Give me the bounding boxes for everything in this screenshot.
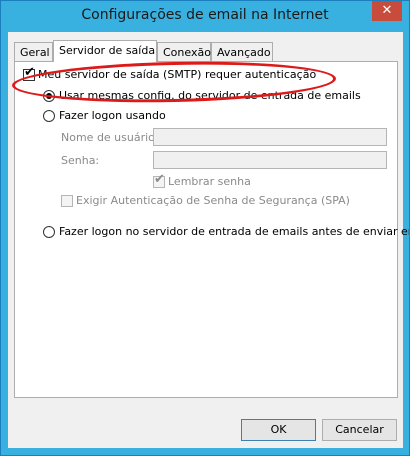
ok-button[interactable]: OK [241, 419, 316, 441]
cancel-button[interactable]: Cancelar [322, 419, 397, 441]
use-same-label: Usar mesmas config. do servidor de entra… [59, 89, 361, 102]
tab-geral[interactable]: Geral [14, 42, 53, 61]
tab-conexao[interactable]: Conexão [157, 42, 211, 61]
username-field[interactable] [153, 128, 387, 146]
close-icon: ✕ [381, 3, 393, 18]
username-label: Nome de usuário: [61, 131, 159, 144]
password-field[interactable] [153, 151, 387, 169]
dialog-client: Geral Servidor de saída Conexão Avançado… [8, 32, 409, 448]
requires-auth-label: Meu servidor de saída (SMTP) requer aute… [38, 68, 317, 81]
requires-auth-checkbox[interactable]: ✔ [23, 65, 35, 81]
tab-servidor-de-saida[interactable]: Servidor de saída [53, 40, 157, 62]
use-same-radio[interactable] [43, 90, 55, 102]
tab-panel: ✔ Meu servidor de saída (SMTP) requer aut… [14, 61, 409, 398]
use-same-row[interactable]: Usar mesmas config. do servidor de entra… [43, 89, 361, 102]
checkmark-icon: ✔ [154, 172, 165, 187]
remember-password-label: Lembrar senha [168, 175, 251, 188]
logon-using-radio[interactable] [43, 110, 55, 122]
logon-incoming-first-row[interactable]: Fazer logon no servidor de entrada de em… [43, 225, 410, 238]
requires-auth-row[interactable]: ✔ Meu servidor de saída (SMTP) requer aut… [23, 65, 317, 81]
logon-incoming-first-radio[interactable] [43, 226, 55, 238]
tab-avancado[interactable]: Avançado [211, 42, 273, 61]
title-bar[interactable]: Configurações de email na Internet ✕ [1, 1, 409, 33]
logon-incoming-first-label: Fazer logon no servidor de entrada de em… [59, 225, 410, 238]
dialog-window: Configurações de email na Internet ✕ Ger… [0, 0, 410, 456]
password-label: Senha: [61, 154, 100, 167]
spa-label: Exigir Autenticação de Senha de Seguranç… [76, 194, 350, 207]
checkmark-icon: ✔ [24, 65, 35, 80]
window-title: Configurações de email na Internet [81, 7, 329, 23]
close-button[interactable]: ✕ [372, 1, 402, 21]
remember-password-checkbox[interactable]: ✔ [153, 172, 165, 188]
logon-using-label: Fazer logon usando [59, 109, 166, 122]
logon-using-row[interactable]: Fazer logon usando [43, 109, 166, 122]
radio-dot-icon [46, 93, 52, 99]
spa-checkbox[interactable] [61, 195, 73, 207]
spa-row[interactable]: Exigir Autenticação de Senha de Seguranç… [61, 194, 350, 207]
remember-password-row[interactable]: ✔ Lembrar senha [153, 172, 251, 188]
